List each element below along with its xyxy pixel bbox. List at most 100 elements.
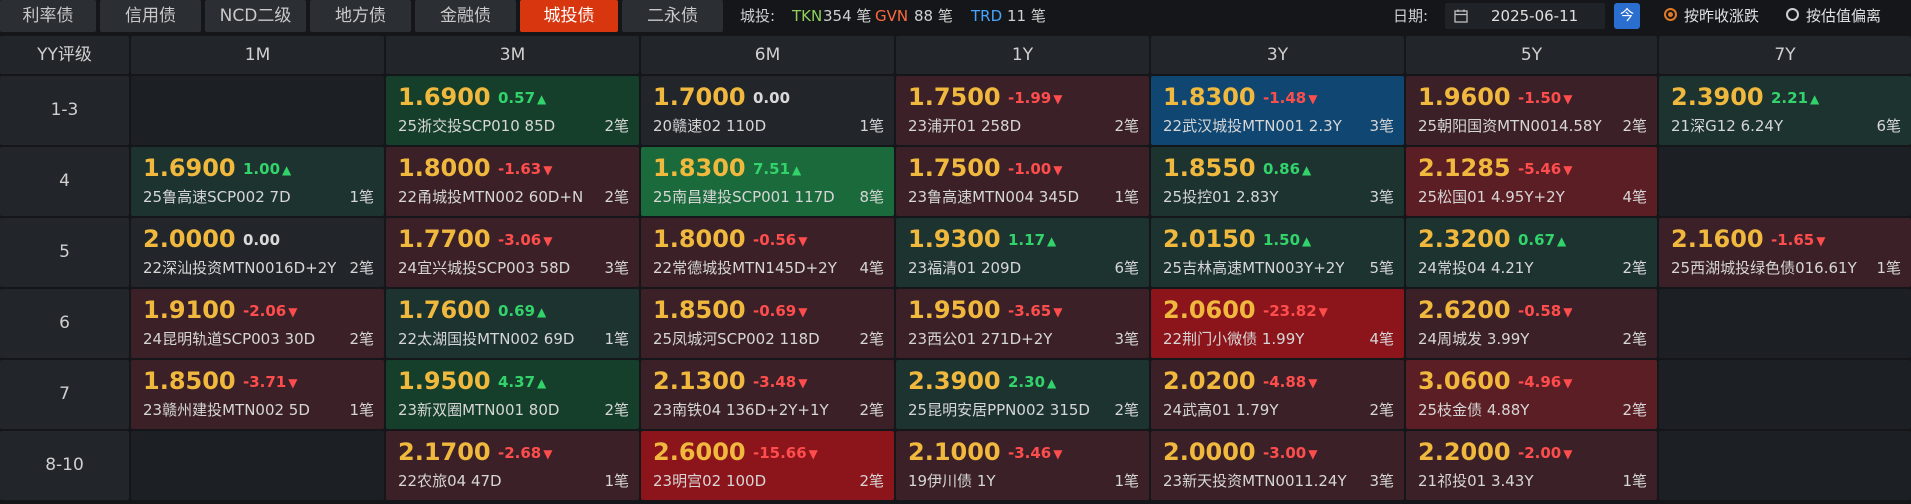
sort-by-prev-close-label[interactable]: 按昨收涨跌 bbox=[1684, 0, 1759, 32]
trade-count: 1笔 bbox=[349, 188, 374, 206]
tenor-header[interactable]: 1M bbox=[131, 36, 384, 74]
quote-cell[interactable]: 1.7700 -3.06 ▼ 24宜兴城投SCP003 58D 3笔 bbox=[386, 218, 639, 287]
quote-cell[interactable]: 1.6900 0.57 ▲ 25浙交投SCP010 85D 2笔 bbox=[386, 76, 639, 145]
trade-count: 4笔 bbox=[859, 259, 884, 277]
quote-cell[interactable]: 2.6200 -0.58 ▼ 24周城发 3.99Y 2笔 bbox=[1406, 289, 1657, 358]
quote-cell[interactable]: 1.8000 -1.63 ▼ 22甬城投MTN002 60D+N 2笔 bbox=[386, 147, 639, 216]
yield-change: -1.50 ▼ bbox=[1518, 89, 1572, 107]
tenor-header[interactable]: 6M bbox=[641, 36, 894, 74]
arrow-down-icon: ▼ bbox=[1308, 376, 1318, 390]
rating-row-label: 4 bbox=[0, 147, 129, 216]
tab-rate-bonds[interactable]: 利率债 bbox=[0, 0, 96, 32]
tab-chengtou-bonds[interactable]: 城投债 bbox=[520, 0, 618, 32]
yield-change-value: -3.48 bbox=[753, 373, 797, 391]
quote-cell[interactable]: 2.0000 0.00 22深汕投资MTN0016D+2Y 2笔 bbox=[131, 218, 384, 287]
quote-cell[interactable]: 1.9300 1.17 ▲ 23福清01 209D 6笔 bbox=[896, 218, 1149, 287]
quote-cell[interactable]: 2.3900 2.21 ▲ 21深G12 6.24Y 6笔 bbox=[1659, 76, 1911, 145]
trade-count: 2笔 bbox=[859, 472, 884, 490]
quote-cell[interactable]: 1.8000 -0.56 ▼ 22常德城投MTN145D+2Y 4笔 bbox=[641, 218, 894, 287]
yield-rate: 1.6900 bbox=[398, 83, 491, 111]
date-picker[interactable]: 2025-06-11 bbox=[1445, 3, 1605, 29]
tab-perpetual-bonds[interactable]: 二永债 bbox=[622, 0, 723, 32]
trade-count: 2笔 bbox=[1114, 401, 1139, 419]
tab-credit-bonds[interactable]: 信用债 bbox=[100, 0, 201, 32]
bond-name: 25西湖城投绿色债016.61Y bbox=[1671, 259, 1857, 277]
quote-cell[interactable]: 2.3900 2.30 ▲ 25昆明安居PPN002 315D 2笔 bbox=[896, 360, 1149, 429]
quote-cell[interactable]: 2.3200 0.67 ▲ 24常投04 4.21Y 2笔 bbox=[1406, 218, 1657, 287]
quote-cell[interactable]: 1.7500 -1.99 ▼ 23浦开01 258D 2笔 bbox=[896, 76, 1149, 145]
quote-cell[interactable]: 2.0600 -23.82 ▼ 22荆门小微债 1.99Y 4笔 bbox=[1151, 289, 1404, 358]
yield-change-value: -2.68 bbox=[498, 444, 542, 462]
arrow-up-icon: ▲ bbox=[1302, 234, 1312, 248]
tenor-header[interactable]: 3M bbox=[386, 36, 639, 74]
sort-by-valuation-radio[interactable] bbox=[1786, 8, 1799, 21]
quote-cell[interactable]: 2.1285 -5.46 ▼ 25松国01 4.95Y+2Y 4笔 bbox=[1406, 147, 1657, 216]
quote-cell[interactable]: 2.1600 -1.65 ▼ 25西湖城投绿色债016.61Y 1笔 bbox=[1659, 218, 1911, 287]
tab-local-gov-bonds[interactable]: 地方债 bbox=[310, 0, 411, 32]
quote-cell[interactable]: 1.8550 0.86 ▲ 25投控01 2.83Y 3笔 bbox=[1151, 147, 1404, 216]
tenor-header[interactable]: 5Y bbox=[1406, 36, 1657, 74]
yield-change: 2.30 ▲ bbox=[1008, 373, 1056, 391]
bond-name: 23南铁04 136D+2Y+1Y bbox=[653, 401, 829, 419]
arrow-up-icon: ▲ bbox=[537, 92, 547, 106]
empty-cell bbox=[131, 431, 384, 500]
tenor-header[interactable]: 3Y bbox=[1151, 36, 1404, 74]
quote-cell[interactable]: 2.1300 -3.48 ▼ 23南铁04 136D+2Y+1Y 2笔 bbox=[641, 360, 894, 429]
today-button[interactable]: 今 bbox=[1614, 3, 1640, 29]
tab-ncd-secondary[interactable]: NCD二级 bbox=[205, 0, 306, 32]
arrow-down-icon: ▼ bbox=[1318, 305, 1328, 319]
quote-cell[interactable]: 3.0600 -4.96 ▼ 25枝金债 4.88Y 2笔 bbox=[1406, 360, 1657, 429]
quote-cell[interactable]: 2.0000 -3.00 ▼ 23新天投资MTN0011.24Y 3笔 bbox=[1151, 431, 1404, 500]
quote-cell[interactable]: 1.9100 -2.06 ▼ 24昆明轨道SCP003 30D 2笔 bbox=[131, 289, 384, 358]
quote-cell[interactable]: 2.2000 -2.00 ▼ 21祁投01 3.43Y 1笔 bbox=[1406, 431, 1657, 500]
tenor-header[interactable]: 1Y bbox=[896, 36, 1149, 74]
yield-change-value: 1.17 bbox=[1008, 231, 1046, 249]
empty-cell bbox=[1659, 147, 1911, 216]
quote-cell[interactable]: 1.7600 0.69 ▲ 22太湖国投MTN002 69D 1笔 bbox=[386, 289, 639, 358]
quote-cell[interactable]: 1.7000 0.00 20赣速02 110D 1笔 bbox=[641, 76, 894, 145]
quote-cell[interactable]: 2.6000 -15.66 ▼ 23明宫02 100D 2笔 bbox=[641, 431, 894, 500]
yield-rate: 2.6000 bbox=[653, 438, 746, 466]
quote-cell[interactable]: 1.9500 4.37 ▲ 23新双圈MTN001 80D 2笔 bbox=[386, 360, 639, 429]
quote-cell[interactable]: 1.9600 -1.50 ▼ 25朝阳国资MTN0014.58Y 2笔 bbox=[1406, 76, 1657, 145]
tab-financial-bonds[interactable]: 金融债 bbox=[415, 0, 516, 32]
quote-cell[interactable]: 1.8500 -3.71 ▼ 23赣州建投MTN002 5D 1笔 bbox=[131, 360, 384, 429]
bond-name: 23新双圈MTN001 80D bbox=[398, 401, 560, 419]
sort-by-valuation-label[interactable]: 按估值偏离 bbox=[1806, 0, 1881, 32]
arrow-down-icon: ▼ bbox=[1053, 92, 1063, 106]
bond-name: 19伊川债 1Y bbox=[908, 472, 996, 490]
quote-cell[interactable]: 1.8300 7.51 ▲ 25南昌建投SCP001 117D 8笔 bbox=[641, 147, 894, 216]
yield-change: -1.65 ▼ bbox=[1771, 231, 1825, 249]
quote-cell[interactable]: 1.8500 -0.69 ▼ 25凤城河SCP002 118D 2笔 bbox=[641, 289, 894, 358]
yield-change: -15.66 ▼ bbox=[753, 444, 818, 462]
rating-row-label: 1-3 bbox=[0, 76, 129, 145]
arrow-down-icon: ▼ bbox=[1816, 234, 1826, 248]
yield-rate: 1.7700 bbox=[398, 225, 491, 253]
bond-name: 25朝阳国资MTN0014.58Y bbox=[1418, 117, 1602, 135]
quote-cell[interactable]: 2.0150 1.50 ▲ 25吉林高速MTN003Y+2Y 5笔 bbox=[1151, 218, 1404, 287]
quote-cell[interactable]: 2.1000 -3.46 ▼ 19伊川债 1Y 1笔 bbox=[896, 431, 1149, 500]
yield-rate: 2.3200 bbox=[1418, 225, 1511, 253]
quote-cell[interactable]: 2.1700 -2.68 ▼ 22农旅04 47D 1笔 bbox=[386, 431, 639, 500]
yield-change-value: -1.63 bbox=[498, 160, 542, 178]
yield-change-value: -2.06 bbox=[243, 302, 287, 320]
yield-change: -3.48 ▼ bbox=[753, 373, 807, 391]
tenor-header[interactable]: 7Y bbox=[1659, 36, 1911, 74]
trade-count: 2笔 bbox=[859, 401, 884, 419]
yield-change: -2.06 ▼ bbox=[243, 302, 297, 320]
bond-name: 23福清01 209D bbox=[908, 259, 1022, 277]
trade-count: 3笔 bbox=[1369, 188, 1394, 206]
bond-name: 25凤城河SCP002 118D bbox=[653, 330, 820, 348]
yield-change-value: -1.65 bbox=[1771, 231, 1815, 249]
yield-change: 1.17 ▲ bbox=[1008, 231, 1056, 249]
yield-rate: 1.8000 bbox=[398, 154, 491, 182]
quote-cell[interactable]: 1.9500 -3.65 ▼ 23西公01 271D+2Y 3笔 bbox=[896, 289, 1149, 358]
quote-cell[interactable]: 1.6900 1.00 ▲ 25鲁高速SCP002 7D 1笔 bbox=[131, 147, 384, 216]
yield-change: 2.21 ▲ bbox=[1771, 89, 1819, 107]
quote-cell[interactable]: 2.0200 -4.88 ▼ 24武高01 1.79Y 2笔 bbox=[1151, 360, 1404, 429]
quote-cell[interactable]: 1.7500 -1.00 ▼ 23鲁高速MTN004 345D 1笔 bbox=[896, 147, 1149, 216]
yield-change: 0.00 bbox=[243, 231, 280, 249]
quote-cell[interactable]: 1.8300 -1.48 ▼ 22武汉城投MTN001 2.3Y 3笔 bbox=[1151, 76, 1404, 145]
bond-name: 25吉林高速MTN003Y+2Y bbox=[1163, 259, 1345, 277]
sort-by-prev-close-radio[interactable] bbox=[1664, 8, 1677, 21]
